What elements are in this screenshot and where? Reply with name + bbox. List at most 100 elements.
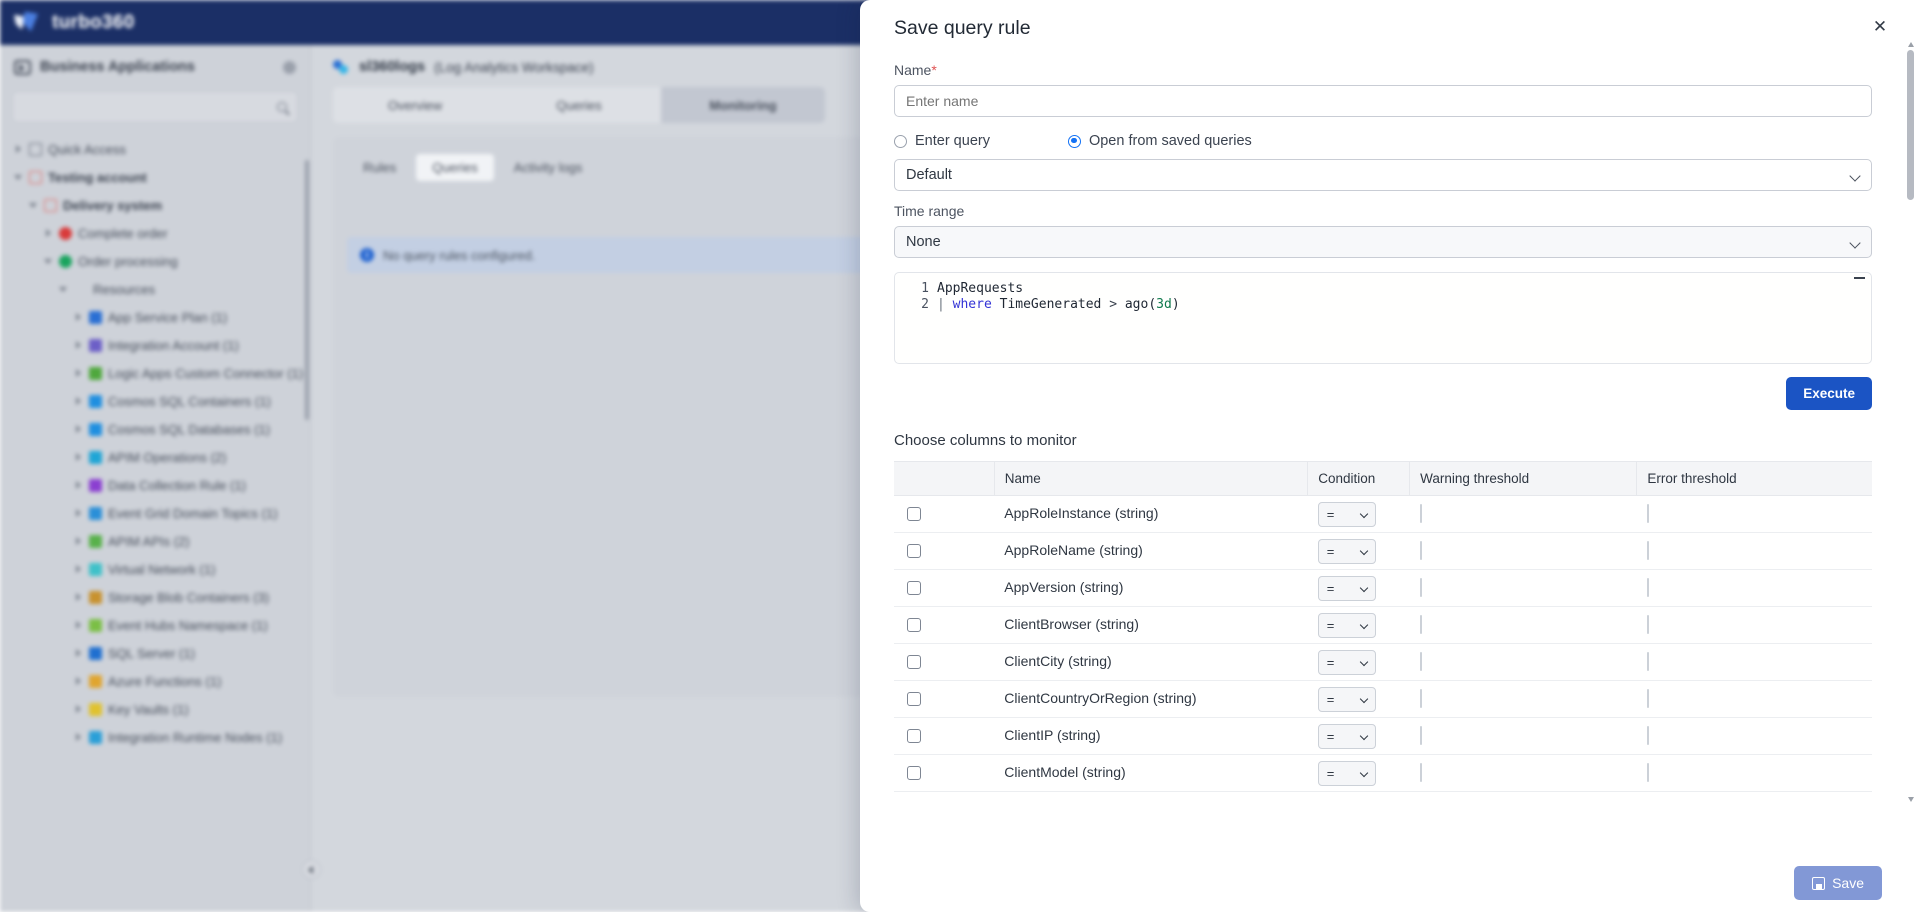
row-checkbox[interactable] <box>907 618 921 632</box>
error-threshold-input[interactable] <box>1646 578 1649 597</box>
turbo360-logo-icon[interactable] <box>14 11 40 34</box>
scrollbar-thumb[interactable] <box>1907 50 1914 200</box>
name-input[interactable] <box>894 85 1872 117</box>
tree-item[interactable]: Key Vaults (1) <box>0 695 310 723</box>
warning-threshold-input[interactable] <box>1419 541 1422 560</box>
chevron-right-icon[interactable] <box>74 480 83 490</box>
dialog-scrollbar[interactable] <box>1907 42 1914 802</box>
sidebar-scrollbar[interactable] <box>305 160 309 420</box>
error-threshold-input[interactable] <box>1646 763 1649 782</box>
warning-threshold-input[interactable] <box>1419 504 1422 523</box>
tree-item[interactable]: Complete order <box>0 219 310 247</box>
tree-item[interactable]: Data Collection Rule (1) <box>0 471 310 499</box>
chevron-right-icon[interactable] <box>74 536 83 546</box>
chevron-right-icon[interactable] <box>74 704 83 714</box>
tree-item[interactable]: Delivery system <box>0 191 310 219</box>
error-threshold-input[interactable] <box>1646 652 1649 671</box>
scroll-up-arrow[interactable] <box>1907 42 1914 47</box>
chevron-down-icon[interactable] <box>44 257 53 266</box>
chevron-right-icon[interactable] <box>14 144 23 154</box>
time-range-select[interactable]: None <box>894 226 1872 258</box>
chevron-down-icon[interactable] <box>29 201 38 210</box>
tree-item[interactable]: Logic Apps Custom Connector (1) <box>0 359 310 387</box>
radio-enter-query[interactable]: Enter query <box>894 133 990 149</box>
gear-icon[interactable] <box>283 60 296 74</box>
saved-query-select[interactable]: Default <box>894 159 1872 191</box>
error-threshold-input[interactable] <box>1646 541 1649 560</box>
chevron-right-icon[interactable] <box>74 648 83 658</box>
subtab-rules[interactable]: Rules <box>347 154 412 181</box>
tree-item[interactable]: Azure Functions (1) <box>0 667 310 695</box>
tree-item[interactable]: Resources <box>0 275 310 303</box>
subtab-queries[interactable]: Queries <box>416 153 494 181</box>
chevron-right-icon[interactable] <box>74 396 83 406</box>
execute-button[interactable]: Execute <box>1786 377 1872 410</box>
condition-select[interactable]: = <box>1317 760 1376 786</box>
condition-select[interactable]: = <box>1317 575 1376 601</box>
chevron-right-icon[interactable] <box>74 564 83 574</box>
condition-select[interactable]: = <box>1317 686 1376 712</box>
tree-item[interactable]: Virtual Network (1) <box>0 555 310 583</box>
row-checkbox[interactable] <box>907 581 921 595</box>
tree-item[interactable]: Cosmos SQL Databases (1) <box>0 415 310 443</box>
close-icon[interactable]: ✕ <box>1868 14 1892 38</box>
condition-select[interactable]: = <box>1317 612 1376 638</box>
tree-item[interactable]: Order processing <box>0 247 310 275</box>
error-threshold-input[interactable] <box>1646 726 1649 745</box>
condition-select[interactable]: = <box>1317 501 1376 527</box>
chevron-right-icon[interactable] <box>74 732 83 742</box>
collapse-panel-icon[interactable] <box>302 860 321 879</box>
tab-overview[interactable]: Overview <box>333 87 497 123</box>
chevron-right-icon[interactable] <box>74 676 83 686</box>
chevron-right-icon[interactable] <box>44 228 53 238</box>
warning-threshold-input[interactable] <box>1419 615 1422 634</box>
chevron-right-icon[interactable] <box>74 508 83 518</box>
chevron-right-icon[interactable] <box>74 452 83 462</box>
tab-queries[interactable]: Queries <box>497 87 661 123</box>
error-threshold-input[interactable] <box>1646 689 1649 708</box>
row-checkbox[interactable] <box>907 766 921 780</box>
condition-select[interactable]: = <box>1317 723 1376 749</box>
chevron-right-icon[interactable] <box>74 312 83 322</box>
tree-item[interactable]: Testing account <box>0 163 310 191</box>
chevron-down-icon[interactable] <box>14 173 23 182</box>
warning-threshold-input[interactable] <box>1419 763 1422 782</box>
tree-item[interactable]: SQL Server (1) <box>0 639 310 667</box>
query-editor[interactable]: 1 AppRequests 2 | where TimeGenerated > … <box>894 272 1872 364</box>
row-checkbox[interactable] <box>907 655 921 669</box>
chevron-right-icon[interactable] <box>74 620 83 630</box>
tree-item[interactable]: APIM APIs (2) <box>0 527 310 555</box>
search-input[interactable] <box>12 91 298 123</box>
tree-item[interactable]: App Service Plan (1) <box>0 303 310 331</box>
warning-threshold-input[interactable] <box>1419 578 1422 597</box>
tab-monitoring[interactable]: Monitoring <box>661 87 825 123</box>
minimize-icon[interactable] <box>1854 277 1865 279</box>
warning-threshold-input[interactable] <box>1419 652 1422 671</box>
chevron-right-icon[interactable] <box>74 340 83 350</box>
error-threshold-input[interactable] <box>1646 504 1649 523</box>
tree-item[interactable]: APIM Operations (2) <box>0 443 310 471</box>
tree-item[interactable]: Integration Runtime Nodes (1) <box>0 723 310 751</box>
row-checkbox[interactable] <box>907 507 921 521</box>
tree-item[interactable]: Event Hubs Namespace (1) <box>0 611 310 639</box>
error-threshold-input[interactable] <box>1646 615 1649 634</box>
radio-open-from-saved-queries[interactable]: Open from saved queries <box>1067 133 1252 149</box>
row-checkbox[interactable] <box>907 544 921 558</box>
scroll-down-arrow[interactable] <box>1907 797 1914 802</box>
row-checkbox[interactable] <box>907 729 921 743</box>
tree-item[interactable]: Event Grid Domain Topics (1) <box>0 499 310 527</box>
condition-select[interactable]: = <box>1317 538 1376 564</box>
tree-item[interactable]: Cosmos SQL Containers (1) <box>0 387 310 415</box>
subtab-activity-logs[interactable]: Activity logs <box>498 154 599 181</box>
tree-item[interactable]: Integration Account (1) <box>0 331 310 359</box>
chevron-down-icon[interactable] <box>59 285 68 294</box>
warning-threshold-input[interactable] <box>1419 689 1422 708</box>
row-checkbox[interactable] <box>907 692 921 706</box>
chevron-right-icon[interactable] <box>74 368 83 378</box>
warning-threshold-input[interactable] <box>1419 726 1422 745</box>
chevron-right-icon[interactable] <box>74 592 83 602</box>
save-button[interactable]: Save <box>1794 866 1882 900</box>
chevron-right-icon[interactable] <box>74 424 83 434</box>
condition-select[interactable]: = <box>1317 649 1376 675</box>
tree-item[interactable]: Storage Blob Containers (3) <box>0 583 310 611</box>
